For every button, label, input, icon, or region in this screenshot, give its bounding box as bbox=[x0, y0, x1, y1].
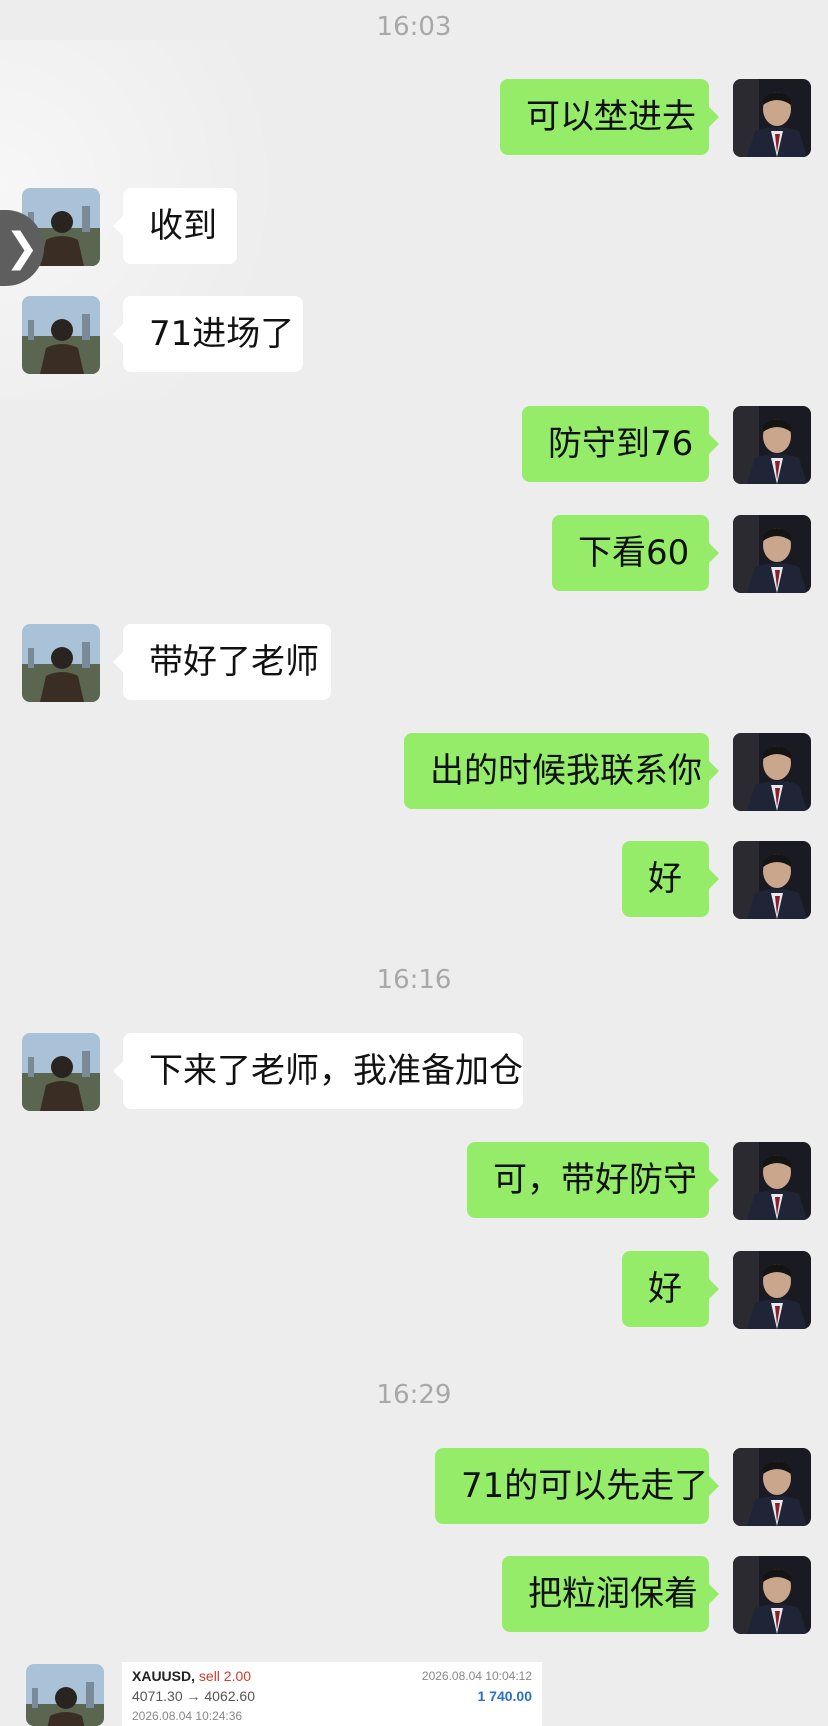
self-avatar[interactable] bbox=[733, 1142, 811, 1220]
contact-avatar[interactable] bbox=[22, 1033, 100, 1111]
trade-prices: 4071.30 → 4062.60 bbox=[132, 1688, 255, 1704]
outgoing-message[interactable]: 把粒润保着 bbox=[502, 1556, 719, 1632]
self-avatar[interactable] bbox=[733, 515, 811, 593]
trade-side: sell 2.00 bbox=[198, 1668, 252, 1684]
self-avatar[interactable] bbox=[733, 79, 811, 157]
outgoing-message[interactable]: 防守到76 bbox=[522, 406, 719, 482]
incoming-message[interactable]: 收到 bbox=[113, 188, 237, 264]
contact-avatar[interactable] bbox=[22, 296, 100, 374]
self-avatar[interactable] bbox=[733, 406, 811, 484]
outgoing-message[interactable]: 71的可以先走了 bbox=[435, 1448, 719, 1524]
self-avatar[interactable] bbox=[733, 1448, 811, 1526]
incoming-message[interactable]: 下来了老师，我准备加仓 bbox=[113, 1033, 523, 1109]
outgoing-message[interactable]: 可以埜进去 bbox=[500, 79, 719, 155]
incoming-message[interactable]: 带好了老师 bbox=[113, 624, 331, 700]
timestamp: 16:03 bbox=[376, 12, 452, 42]
trade-profit: 1 740.00 bbox=[477, 1688, 533, 1704]
chevron-right-icon: ❯ bbox=[5, 225, 39, 271]
trade-screenshot-message[interactable]: XAUUSD, sell 2.00 2026.08.04 10:04:12 40… bbox=[122, 1662, 542, 1726]
outgoing-message[interactable]: 下看60 bbox=[552, 515, 719, 591]
incoming-message[interactable]: 71进场了 bbox=[113, 296, 303, 372]
outgoing-message[interactable]: 好 bbox=[622, 841, 719, 917]
outgoing-message[interactable]: 出的时候我联系你 bbox=[404, 733, 719, 809]
timestamp: 16:29 bbox=[376, 1380, 452, 1410]
self-avatar[interactable] bbox=[733, 841, 811, 919]
self-avatar[interactable] bbox=[733, 1556, 811, 1634]
self-avatar[interactable] bbox=[733, 733, 811, 811]
contact-avatar[interactable] bbox=[26, 1664, 104, 1726]
trade-open-time: 2026.08.04 10:04:12 bbox=[421, 1669, 532, 1683]
trade-symbol: XAUUSD, bbox=[132, 1668, 196, 1684]
self-avatar[interactable] bbox=[733, 1251, 811, 1329]
trade-close-time: 2026.08.04 10:24:36 bbox=[132, 1709, 243, 1723]
timestamp: 16:16 bbox=[376, 965, 452, 995]
outgoing-message[interactable]: 好 bbox=[622, 1251, 719, 1327]
contact-avatar[interactable] bbox=[22, 624, 100, 702]
outgoing-message[interactable]: 可，带好防守 bbox=[467, 1142, 719, 1218]
